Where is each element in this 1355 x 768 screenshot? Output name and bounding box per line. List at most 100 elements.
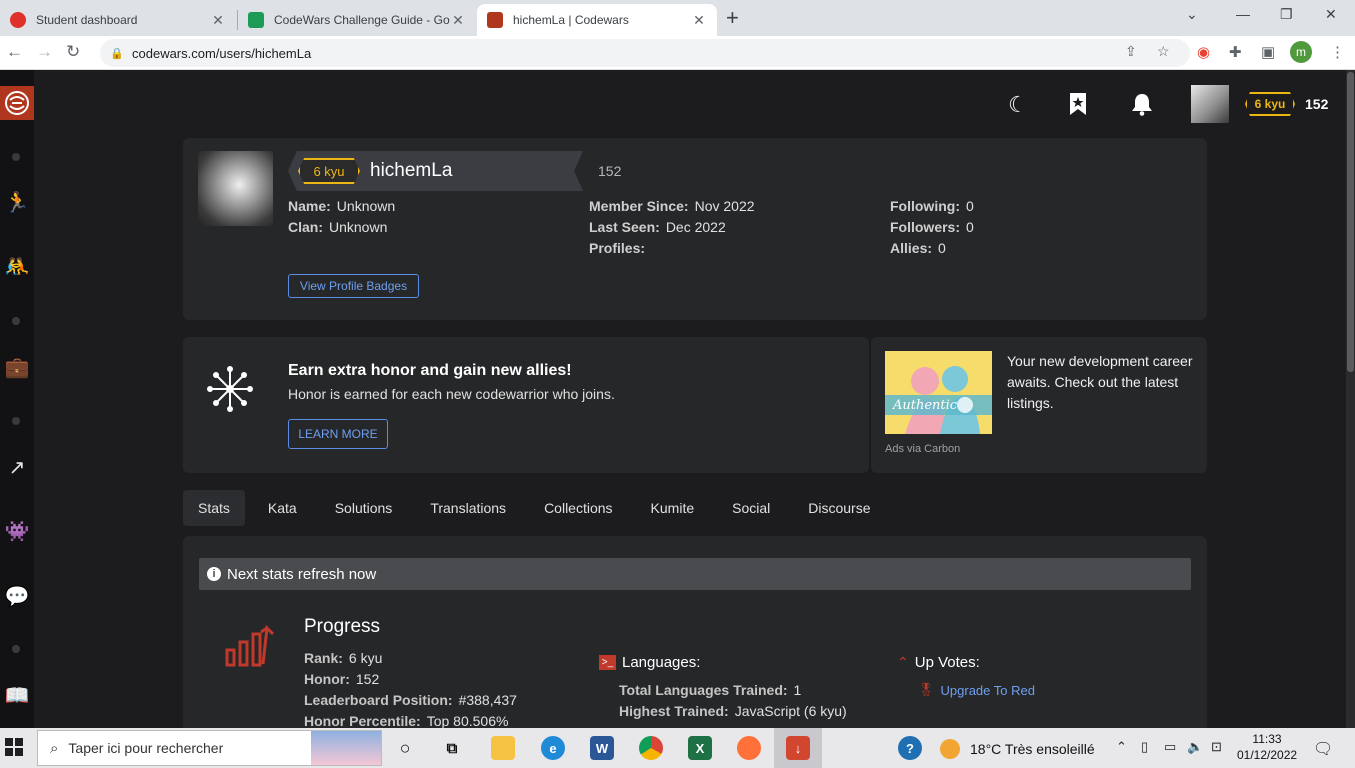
new-tab-button[interactable]: +: [726, 5, 739, 31]
extension-color-icon[interactable]: ◉: [1197, 43, 1210, 61]
ribbon-icon: 🎖: [918, 682, 935, 697]
forward-icon[interactable]: →: [36, 42, 53, 62]
field-label: Member Since:: [589, 198, 689, 214]
stats-refresh-bar: i Next stats refresh now: [199, 558, 1191, 590]
tab-kumite[interactable]: Kumite: [636, 490, 710, 526]
profile-name: Name: Unknown: [288, 198, 395, 214]
languages-title: Languages:: [622, 654, 701, 671]
url-bar[interactable]: 🔒 codewars.com/users/hichemLa: [100, 39, 1190, 67]
tray-chevron-icon[interactable]: ⌃: [1116, 739, 1127, 755]
tray-device-icon[interactable]: ▯: [1141, 739, 1148, 755]
bookmarks-icon[interactable]: [1068, 92, 1088, 122]
profile-followers[interactable]: Followers: 0: [890, 219, 974, 235]
ad-via-carbon[interactable]: Ads via Carbon: [885, 443, 960, 455]
docs-book-icon[interactable]: 📖: [4, 682, 30, 708]
field-label: Followers:: [890, 219, 961, 235]
address-toolbar: ← → ↻ 🔒 codewars.com/users/hichemLa ⇪ ☆ …: [0, 36, 1355, 70]
help-icon[interactable]: ?: [898, 736, 922, 760]
reload-icon[interactable]: ↻: [66, 42, 80, 62]
stat-honor: Honor: 152: [304, 671, 379, 687]
browser-tab-codewars-profile[interactable]: hichemLa | Codewars ✕: [477, 4, 717, 36]
battery-icon[interactable]: ▭: [1164, 739, 1176, 755]
menu-dots-icon[interactable]: ⋮: [1330, 43, 1345, 61]
field-value: 0: [966, 219, 974, 235]
close-tab-icon[interactable]: ✕: [210, 12, 226, 29]
dark-mode-moon-icon[interactable]: ☾: [1008, 92, 1028, 118]
tab-solutions[interactable]: Solutions: [320, 490, 408, 526]
profile-avatar[interactable]: m: [1290, 41, 1312, 63]
upgrade-to-red-link[interactable]: 🎖 Upgrade To Red: [918, 682, 1035, 698]
volume-icon[interactable]: 🔈: [1187, 739, 1203, 755]
share-icon[interactable]: ⇪: [1125, 43, 1137, 60]
ad-card: Authentic Your new development career aw…: [871, 337, 1207, 473]
scrollbar-thumb[interactable]: [1347, 72, 1354, 372]
profile-rank-badge: 6 kyu: [298, 158, 360, 184]
close-tab-icon[interactable]: ✕: [691, 12, 707, 29]
training-icon[interactable]: 🏃: [4, 189, 30, 215]
taskbar-active-app[interactable]: ↓: [774, 728, 822, 768]
windows-start-icon[interactable]: [5, 738, 23, 756]
notification-center-icon[interactable]: 🗨: [1313, 739, 1333, 759]
system-clock[interactable]: 11:33 01/12/2022: [1237, 731, 1297, 763]
tab-discourse[interactable]: Discourse: [793, 490, 885, 526]
edge-icon[interactable]: e: [541, 736, 565, 760]
minimize-icon[interactable]: —: [1236, 6, 1250, 22]
profile-allies[interactable]: Allies: 0: [890, 240, 946, 256]
view-profile-badges-button[interactable]: View Profile Badges: [288, 274, 419, 298]
taskbar-search[interactable]: ⌕ Taper ici pour rechercher: [37, 730, 382, 766]
sidebar-dot: [12, 153, 20, 161]
user-avatar[interactable]: [1191, 85, 1229, 123]
discord-icon[interactable]: 👾: [4, 518, 30, 544]
invite-subtitle: Honor is earned for each new codewarrior…: [288, 386, 615, 402]
cortana-icon[interactable]: ○: [393, 736, 417, 760]
profile-avatar-image: [198, 151, 273, 226]
ad-text[interactable]: Your new development career awaits. Chec…: [1007, 351, 1197, 414]
codewars-logo[interactable]: [0, 86, 34, 120]
progress-chart-icon: [225, 624, 275, 667]
browser-tab-student-dashboard[interactable]: Student dashboard ✕: [0, 4, 236, 36]
tab-search-icon[interactable]: ⌄: [1186, 6, 1198, 23]
chevron-up-icon: ⌃: [897, 654, 909, 670]
jobs-briefcase-icon[interactable]: 💼: [4, 354, 30, 380]
back-icon[interactable]: ←: [6, 42, 23, 62]
field-value: 0: [938, 240, 946, 256]
practice-icon[interactable]: 🤼: [4, 253, 30, 279]
stat-value: Top 80.506%: [426, 713, 509, 729]
extensions-puzzle-icon[interactable]: ✚: [1229, 43, 1242, 61]
windows-taskbar: ⌕ Taper ici pour rechercher ○ ⧉ e W X ↓ …: [0, 728, 1355, 768]
rank-badge: 6 kyu: [1245, 92, 1295, 116]
ad-image[interactable]: Authentic: [885, 351, 992, 434]
tab-kata[interactable]: Kata: [253, 490, 312, 526]
task-view-icon[interactable]: ⧉: [440, 736, 464, 760]
profile-profiles: Profiles:: [589, 240, 651, 256]
file-explorer-icon[interactable]: [491, 736, 515, 760]
opera-icon: [10, 12, 26, 28]
chrome-icon[interactable]: [639, 736, 663, 760]
bookmark-star-icon[interactable]: ☆: [1157, 43, 1170, 60]
tab-social[interactable]: Social: [717, 490, 785, 526]
leaderboard-trend-icon[interactable]: ↗: [4, 454, 30, 480]
excel-icon[interactable]: X: [688, 736, 712, 760]
tab-stats[interactable]: Stats: [183, 490, 245, 526]
network-icon[interactable]: ⊡: [1211, 739, 1222, 755]
browser-tab-codewars-guide[interactable]: CodeWars Challenge Guide - Goo ✕: [238, 4, 476, 36]
sidebar-dot: [12, 417, 20, 425]
tab-title: hichemLa | Codewars: [513, 13, 629, 27]
tab-translations[interactable]: Translations: [415, 490, 521, 526]
side-panel-icon[interactable]: ▣: [1261, 43, 1275, 61]
word-icon[interactable]: W: [590, 736, 614, 760]
sidebar-dot: [12, 645, 20, 653]
restore-icon[interactable]: ❐: [1280, 6, 1293, 23]
firefox-icon[interactable]: [737, 736, 761, 760]
learn-more-button[interactable]: LEARN MORE: [288, 419, 388, 449]
close-tab-icon[interactable]: ✕: [450, 12, 466, 29]
field-label: Last Seen:: [589, 219, 660, 235]
close-window-icon[interactable]: ✕: [1325, 6, 1337, 23]
weather-widget[interactable]: 18°C Très ensoleillé: [940, 739, 1095, 759]
tab-collections[interactable]: Collections: [529, 490, 627, 526]
notifications-bell-icon[interactable]: [1131, 92, 1153, 122]
profile-member-since: Member Since: Nov 2022: [589, 198, 755, 214]
sidebar: 🏃 🤼 💼 ↗ 👾 💬 📖: [0, 70, 34, 728]
profile-following[interactable]: Following: 0: [890, 198, 974, 214]
discussions-icon[interactable]: 💬: [4, 583, 30, 609]
